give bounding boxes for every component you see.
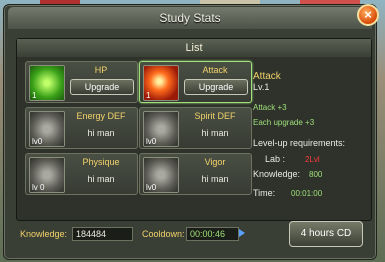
attack-sword-icon: 1 bbox=[143, 65, 179, 101]
cooldown-label: Cooldown: bbox=[142, 229, 185, 239]
window-title: Study Stats bbox=[159, 11, 221, 25]
stat-card-hp[interactable]: 1 HP Upgrade bbox=[25, 61, 138, 103]
detail-title: Attack bbox=[253, 71, 281, 82]
list-header: List bbox=[17, 39, 371, 57]
stat-level: 1 bbox=[146, 91, 151, 100]
time-value: 00:01:00 bbox=[291, 189, 323, 198]
vigor-skull-icon: lv0 bbox=[143, 157, 179, 193]
stat-level: lv0 bbox=[146, 137, 157, 146]
stat-level: lv0 bbox=[32, 137, 43, 146]
stat-card-vigor[interactable]: lv0 Vigor hi man bbox=[139, 153, 252, 195]
spirit-def-icon: lv0 bbox=[143, 111, 179, 147]
stat-status: hi man bbox=[201, 128, 229, 138]
cooldown-button[interactable]: 4 hours CD bbox=[289, 221, 363, 247]
cooldown-value: 00:00:46 bbox=[186, 227, 239, 241]
knowledge-req-value: 800 bbox=[309, 170, 323, 179]
stat-status: hi man bbox=[87, 128, 115, 138]
detail-effect: Attack +3 bbox=[253, 103, 287, 112]
time-label: Time: bbox=[253, 188, 276, 198]
study-stats-window: Study Stats List 1 HP Upgrade 1 Attack U… bbox=[3, 4, 377, 260]
detail-each-upgrade: Each upgrade +3 bbox=[253, 118, 315, 127]
stat-level: lv0 bbox=[146, 183, 157, 192]
knowledge-value: 184484 bbox=[72, 227, 133, 241]
close-icon[interactable]: × bbox=[357, 4, 379, 26]
stat-name: Spirit DEF bbox=[194, 111, 236, 121]
stat-card-energy-def[interactable]: lv0 Energy DEF hi man bbox=[25, 107, 138, 149]
stat-level: 1 bbox=[32, 91, 37, 100]
physique-icon: lv 0 bbox=[29, 157, 65, 193]
list-header-label: List bbox=[185, 42, 203, 54]
upgrade-button[interactable]: Upgrade bbox=[184, 79, 248, 95]
knowledge-label: Knowledge: bbox=[20, 229, 68, 239]
knowledge-req-label: Knowledge: bbox=[253, 169, 301, 179]
lab-value: 2Lvl bbox=[305, 155, 320, 164]
stat-name: Physique bbox=[82, 157, 120, 167]
stat-status: hi man bbox=[201, 174, 229, 184]
lab-label: Lab : bbox=[265, 154, 286, 164]
hp-leaf-icon: 1 bbox=[29, 65, 65, 101]
stat-name: Vigor bbox=[204, 157, 226, 167]
list-panel: List 1 HP Upgrade 1 Attack Upgrade lv0 E… bbox=[16, 38, 372, 221]
stat-card-spirit-def[interactable]: lv0 Spirit DEF hi man bbox=[139, 107, 252, 149]
stat-name: Attack bbox=[202, 65, 228, 75]
stat-name: HP bbox=[94, 65, 108, 75]
detail-level: Lv.1 bbox=[253, 82, 270, 92]
stat-detail-panel: Attack Lv.1 Attack +3 Each upgrade +3 Le… bbox=[253, 57, 353, 207]
stat-name: Energy DEF bbox=[76, 111, 126, 121]
upgrade-button[interactable]: Upgrade bbox=[70, 79, 134, 95]
energy-def-icon: lv0 bbox=[29, 111, 65, 147]
stat-status: hi man bbox=[87, 174, 115, 184]
stat-card-attack[interactable]: 1 Attack Upgrade bbox=[139, 61, 252, 103]
stat-card-physique[interactable]: lv 0 Physique hi man bbox=[25, 153, 138, 195]
stat-level: lv 0 bbox=[32, 183, 45, 192]
detail-requirements-label: Level-up requirements: bbox=[253, 138, 346, 148]
cooldown-arrow-icon[interactable] bbox=[239, 229, 245, 237]
window-titlebar: Study Stats bbox=[8, 7, 372, 29]
